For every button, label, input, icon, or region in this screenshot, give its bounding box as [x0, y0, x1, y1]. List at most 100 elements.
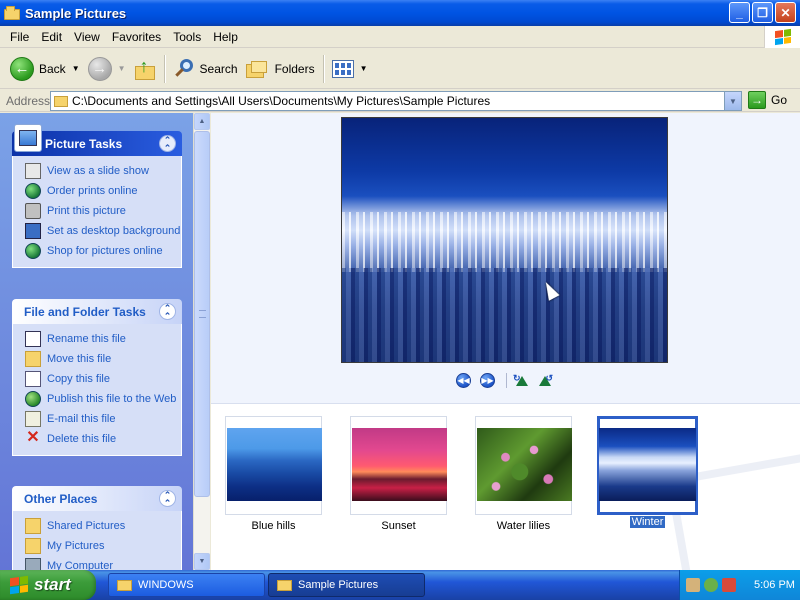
scroll-up-icon[interactable]: ▲: [194, 113, 210, 130]
close-button[interactable]: ✕: [775, 2, 796, 23]
task-pane-scrollbar[interactable]: ▲ ▼: [193, 113, 210, 570]
thumbnail-label[interactable]: Blue hills: [225, 520, 322, 532]
search-button[interactable]: Search: [169, 53, 242, 85]
rename-icon: [25, 331, 41, 347]
thumbnail-label[interactable]: Water lilies: [475, 520, 572, 532]
thumbnail-water-lilies[interactable]: [475, 416, 572, 515]
start-button[interactable]: start: [0, 570, 96, 600]
forward-dropdown-icon[interactable]: ▼: [118, 64, 126, 73]
up-button[interactable]: ↑: [130, 53, 160, 85]
slideshow-icon: [25, 163, 41, 179]
next-image-icon[interactable]: ▶▶: [480, 373, 495, 388]
toolbar-divider: [163, 54, 165, 83]
delete-icon: ✕: [26, 429, 40, 446]
thumbnail-blue-hills[interactable]: [225, 416, 322, 515]
taskbar-window-windows[interactable]: WINDOWS: [108, 573, 265, 597]
task-label: View as a slide show: [47, 165, 149, 177]
title-bar[interactable]: Sample Pictures _ ❐ ✕: [0, 0, 800, 26]
task-email[interactable]: E-mail this file: [25, 411, 181, 431]
back-dropdown-icon[interactable]: ▼: [72, 64, 80, 73]
collapse-icon[interactable]: ⌃ ⌃: [159, 135, 176, 152]
scroll-thumb[interactable]: [194, 131, 210, 497]
task-print-picture[interactable]: Print this picture: [25, 203, 181, 223]
task-delete[interactable]: ✕ Delete this file: [25, 429, 181, 451]
folder-icon: [54, 95, 68, 107]
go-button[interactable]: → Go: [748, 91, 787, 109]
place-shared-pictures[interactable]: Shared Pictures: [25, 518, 181, 538]
task-label: Move this file: [47, 353, 112, 365]
thumbnail-image: [227, 428, 322, 501]
preview-image[interactable]: [341, 117, 668, 363]
task-move[interactable]: Move this file: [25, 351, 181, 371]
menu-favorites[interactable]: Favorites: [106, 30, 167, 44]
task-label: Publish this file to the Web: [47, 393, 177, 405]
menu-tools[interactable]: Tools: [167, 30, 207, 44]
task-view-slideshow[interactable]: View as a slide show: [25, 163, 181, 183]
collapse-icon[interactable]: ⌃ ⌃: [159, 303, 176, 320]
task-publish[interactable]: Publish this file to the Web: [25, 391, 181, 411]
clock[interactable]: 5:06 PM: [754, 579, 795, 591]
views-dropdown-icon[interactable]: ▼: [360, 64, 368, 73]
filmstrip: Blue hills Sunset Water lilies Winter: [211, 403, 800, 570]
folder-icon: [4, 6, 20, 20]
menu-file[interactable]: File: [4, 30, 35, 44]
go-arrow-icon: →: [748, 91, 766, 109]
forward-arrow-icon: →: [87, 56, 112, 81]
thumbnail-winter[interactable]: [597, 416, 698, 515]
thumbnail-image: [599, 428, 696, 501]
folders-button[interactable]: Folders: [242, 53, 319, 85]
task-label: Rename this file: [47, 333, 126, 345]
place-my-pictures[interactable]: My Pictures: [25, 538, 181, 558]
menu-help[interactable]: Help: [207, 30, 244, 44]
task-order-prints[interactable]: Order prints online: [25, 183, 181, 203]
back-button[interactable]: ← Back ▼: [6, 53, 84, 85]
place-my-computer[interactable]: My Computer: [25, 558, 181, 570]
rotate-clockwise-icon[interactable]: ↻: [513, 373, 530, 388]
thumbnail-label-selected[interactable]: Winter: [629, 516, 666, 528]
maximize-button[interactable]: ❐: [752, 2, 773, 23]
copy-icon: [25, 371, 41, 387]
preview-pane: ◀◀ ▶▶ ↻ ↺: [211, 113, 800, 403]
scroll-down-icon[interactable]: ▼: [194, 553, 210, 570]
views-button[interactable]: ▼: [328, 53, 372, 85]
task-shop-pictures[interactable]: Shop for pictures online: [25, 243, 181, 263]
previous-image-icon[interactable]: ◀◀: [456, 373, 471, 388]
folders-icon: [245, 58, 270, 80]
task-copy[interactable]: Copy this file: [25, 371, 181, 391]
task-set-desktop[interactable]: Set as desktop background: [25, 223, 181, 243]
move-icon: [25, 351, 41, 367]
update-icon[interactable]: [704, 578, 718, 592]
search-label: Search: [199, 61, 238, 76]
email-icon: [25, 411, 41, 427]
views-icon: [331, 59, 354, 78]
thumbnail-sunset[interactable]: [350, 416, 447, 515]
other-places-title: Other Places: [24, 491, 98, 506]
task-label: Delete this file: [47, 433, 117, 445]
file-tasks-header[interactable]: File and Folder Tasks ⌃ ⌃: [12, 299, 182, 324]
menu-edit[interactable]: Edit: [35, 30, 68, 44]
collapse-icon[interactable]: ⌃ ⌃: [159, 490, 176, 507]
picture-tasks-panel: Picture Tasks ⌃ ⌃ View as a slide show Or…: [12, 124, 182, 268]
picture-tasks-title: Picture Tasks: [45, 136, 123, 151]
address-input[interactable]: C:\Documents and Settings\All Users\Docu…: [50, 91, 742, 111]
forward-button[interactable]: → ▼: [84, 53, 130, 85]
system-tray: 5:06 PM: [679, 570, 800, 600]
place-label: My Computer: [47, 560, 114, 570]
address-value[interactable]: C:\Documents and Settings\All Users\Docu…: [72, 94, 490, 108]
network-icon[interactable]: [686, 578, 700, 592]
picture-icon: [14, 124, 42, 152]
thumbnail-label[interactable]: Sunset: [350, 520, 447, 532]
task-label: Shop for pictures online: [47, 245, 163, 257]
menu-view[interactable]: View: [68, 30, 106, 44]
security-shield-icon[interactable]: [722, 578, 736, 592]
task-label: Print this picture: [47, 205, 126, 217]
back-label: Back: [39, 61, 66, 76]
rotate-counterclockwise-icon[interactable]: ↺: [536, 373, 553, 388]
picture-tasks-header[interactable]: Picture Tasks ⌃ ⌃: [12, 124, 182, 156]
minimize-button[interactable]: _: [729, 2, 750, 23]
other-places-header[interactable]: Other Places ⌃ ⌃: [12, 486, 182, 511]
taskbar-window-sample-pictures[interactable]: Sample Pictures: [268, 573, 425, 597]
address-dropdown-icon[interactable]: ▼: [724, 92, 741, 110]
start-label: start: [34, 575, 71, 594]
task-rename[interactable]: Rename this file: [25, 331, 181, 351]
